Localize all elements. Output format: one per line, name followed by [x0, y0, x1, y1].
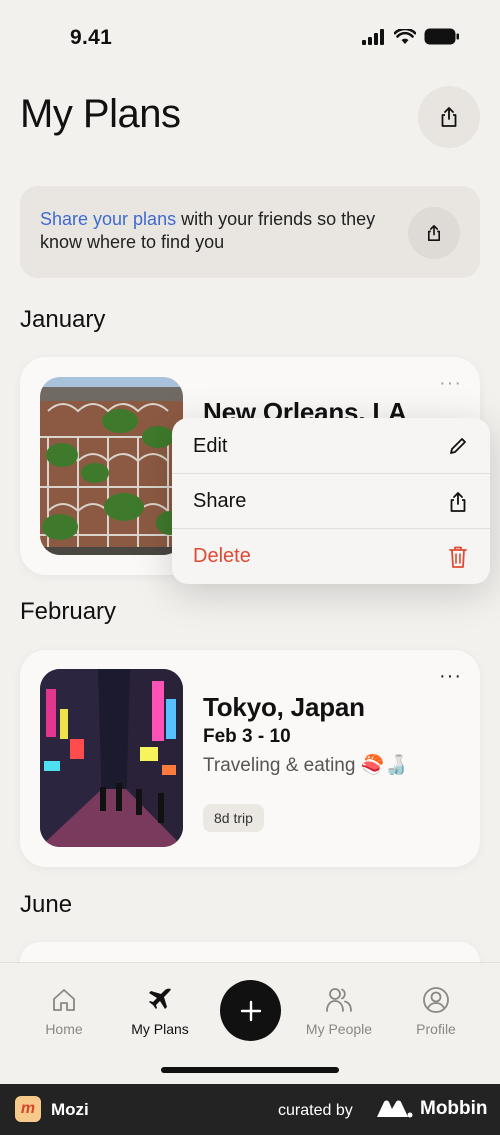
plane-icon — [149, 988, 171, 1009]
nav-item-profile[interactable]: Profile — [391, 985, 481, 1037]
footer-brand-name: Mobbin — [420, 1098, 488, 1119]
more-options-button[interactable]: ··· — [439, 373, 462, 393]
month-heading: June — [20, 891, 73, 918]
share-icon — [441, 107, 457, 127]
footer-app-name: Mozi — [51, 1100, 89, 1119]
month-heading: January — [20, 306, 106, 333]
share-icon — [450, 491, 466, 512]
add-plan-button[interactable] — [220, 980, 281, 1041]
nav-label: My Plans — [131, 1021, 189, 1037]
plan-thumbnail-tokyo — [40, 669, 183, 847]
attribution-footer: m Mozi curated by Mobbin — [0, 1084, 500, 1135]
context-menu: Edit Share Delete — [172, 418, 490, 584]
plan-description: Traveling & eating 🍣🍶 — [203, 755, 409, 776]
wifi-icon — [394, 28, 416, 44]
nav-label: My People — [305, 1021, 373, 1037]
banner-link[interactable]: Share your plans — [40, 209, 176, 229]
trip-duration-badge: 8d trip — [203, 804, 264, 832]
month-heading: February — [20, 598, 117, 625]
nav-item-home[interactable]: Home — [19, 985, 109, 1037]
plan-thumbnail-new-orleans — [40, 377, 183, 555]
nav-item-my-people[interactable]: My People — [294, 985, 384, 1037]
status-time: 9.41 — [70, 26, 113, 49]
menu-item-edit[interactable]: Edit — [172, 418, 490, 474]
mobbin-logo-icon — [377, 1100, 413, 1118]
trash-icon — [449, 546, 467, 568]
plan-card-tokyo[interactable]: ··· Tokyo, Japan Feb 3 - 10 Traveling & … — [20, 650, 480, 867]
nav-label: Home — [45, 1021, 83, 1037]
header-share-button[interactable] — [418, 86, 480, 148]
nav-label: Profile — [416, 1021, 456, 1037]
pencil-icon — [450, 438, 466, 454]
banner-text: Share your plans with your friends so th… — [40, 208, 400, 254]
home-icon — [53, 989, 75, 1011]
menu-label: Edit — [193, 434, 228, 457]
battery-icon — [424, 28, 459, 45]
people-icon — [326, 988, 352, 1012]
share-banner: Share your plans with your friends so th… — [20, 186, 480, 278]
menu-label: Delete — [193, 545, 251, 567]
status-icons — [362, 28, 460, 45]
status-bar: 9.41 — [0, 0, 500, 76]
menu-item-share[interactable]: Share — [172, 473, 490, 529]
profile-icon — [423, 987, 449, 1013]
bottom-nav: Home My Plans My People Profile — [0, 962, 500, 1084]
menu-item-delete[interactable]: Delete — [172, 528, 490, 584]
signal-icon — [362, 28, 384, 45]
footer-brand: Mobbin — [376, 1098, 488, 1120]
share-icon — [428, 224, 440, 241]
mozi-logo-icon: m — [15, 1096, 41, 1122]
plus-icon — [240, 1000, 261, 1021]
menu-label: Share — [193, 490, 247, 512]
banner-share-button[interactable] — [408, 207, 460, 259]
plan-title: Tokyo, Japan — [203, 692, 365, 722]
more-options-button[interactable]: ··· — [439, 666, 462, 686]
home-indicator — [161, 1067, 339, 1073]
nav-item-my-plans[interactable]: My Plans — [115, 985, 205, 1037]
plan-dates: Feb 3 - 10 — [203, 726, 291, 747]
footer-curated-by: curated by — [278, 1102, 353, 1119]
page-title: My Plans — [20, 92, 181, 136]
